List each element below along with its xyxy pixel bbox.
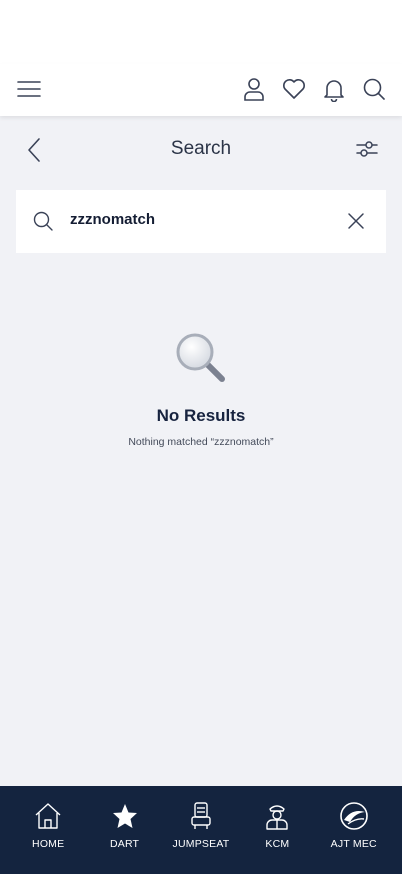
search-icon[interactable] — [361, 76, 387, 102]
search-icon — [32, 210, 54, 232]
home-icon — [35, 803, 61, 829]
magnifier-icon — [176, 333, 225, 382]
tab-home[interactable]: HOME — [13, 800, 83, 850]
search-header: Search — [0, 130, 402, 170]
profile-icon[interactable] — [241, 76, 267, 102]
heart-icon[interactable] — [281, 76, 307, 102]
tab-label: DART — [109, 838, 140, 850]
search-field[interactable]: zzznomatch — [16, 190, 386, 253]
tab-kcm[interactable]: KCM — [242, 800, 312, 850]
star-icon — [112, 804, 137, 828]
empty-state-message: Nothing matched “zzznomatch” — [128, 436, 274, 448]
tab-ajt-mec[interactable]: AJT MEC — [319, 800, 389, 850]
empty-state: No Results Nothing matched “zzznomatch” — [0, 330, 402, 448]
close-icon[interactable] — [346, 211, 366, 231]
seat-icon — [191, 802, 211, 829]
tab-label: AJT MEC — [330, 838, 377, 850]
bottom-tab-bar: HOME DART JUMPSEAT KCM AJT MEC — [0, 786, 402, 874]
pilot-icon — [266, 805, 289, 830]
page-title: Search — [170, 138, 232, 159]
tab-jumpseat[interactable]: JUMPSEAT — [166, 800, 236, 850]
tab-label: JUMPSEAT — [172, 838, 230, 850]
bell-icon[interactable] — [321, 76, 347, 102]
tab-dart[interactable]: DART — [90, 800, 160, 850]
filter-sliders-icon[interactable] — [354, 136, 380, 162]
tab-label: HOME — [32, 838, 65, 850]
ajt-logo-icon — [339, 802, 368, 830]
search-input[interactable]: zzznomatch — [70, 211, 155, 228]
top-nav-bar — [0, 64, 402, 116]
status-bar-area — [0, 0, 402, 64]
tab-label: KCM — [265, 838, 290, 850]
menu-icon[interactable] — [16, 76, 42, 102]
empty-state-headline: No Results — [156, 406, 246, 425]
